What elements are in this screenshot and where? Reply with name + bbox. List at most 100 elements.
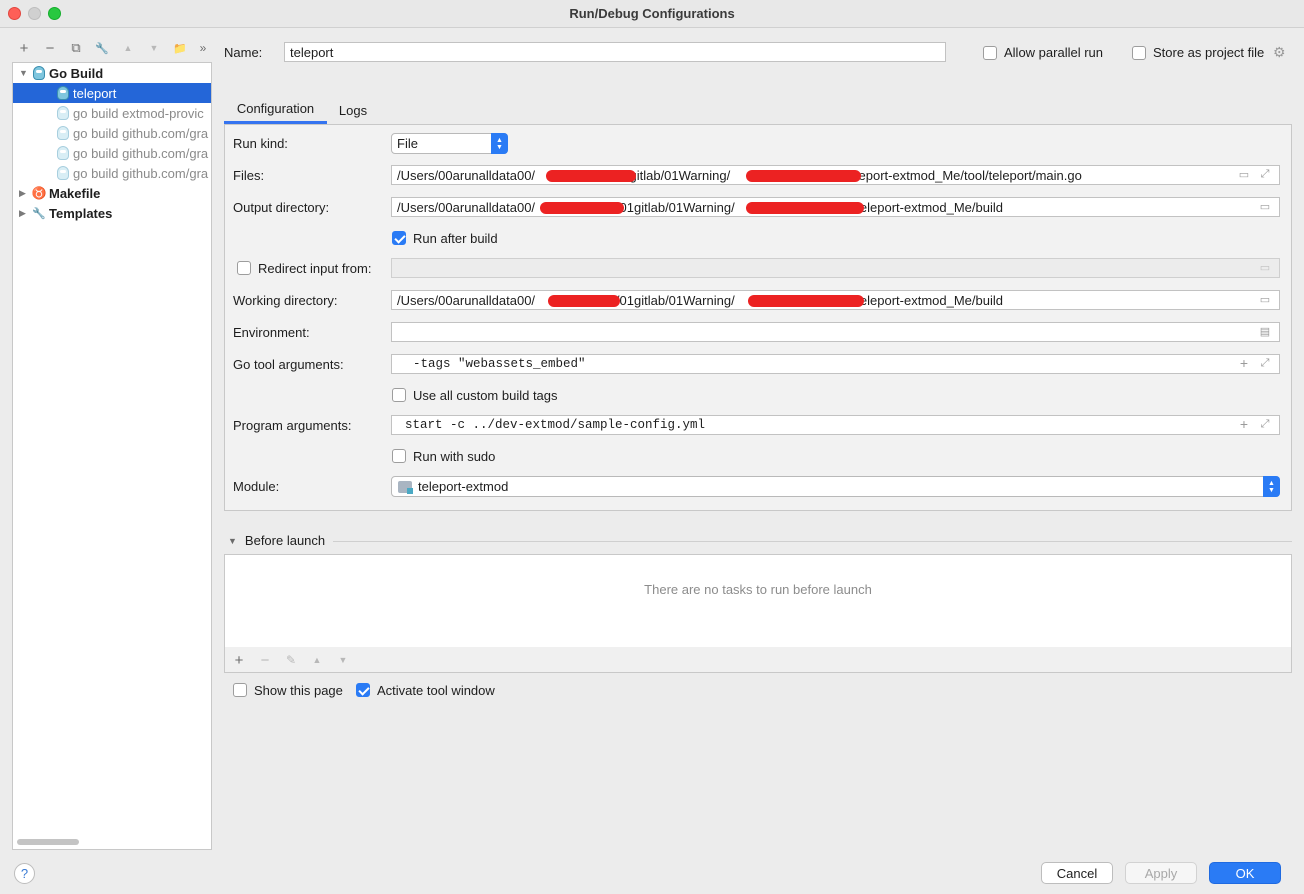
edit-task-icon[interactable]: ✎ [281,650,301,670]
go-tool-arguments-input[interactable]: -tags "webassets_embed" [391,354,1280,374]
copy-config-icon[interactable]: ⧉ [66,38,86,58]
chevron-updown-icon: ▲ ▼ [1263,476,1280,497]
go-build-icon [31,65,47,81]
tree-item-label: go build github.com/gra [73,125,209,141]
add-config-icon[interactable]: + [14,38,34,58]
tab-logs[interactable]: Logs [327,96,379,124]
before-launch-header[interactable]: ▼ Before launch [228,533,325,548]
move-up-icon[interactable]: ▲ [307,650,327,670]
move-down-icon[interactable]: ▼ [333,650,353,670]
makefile-icon: ♉ [31,186,47,200]
tree-item-label: go build github.com/gra [73,165,209,181]
go-tool-arguments-label: Go tool arguments: [233,357,344,372]
tree-item-go-build[interactable]: go build github.com/gra [13,143,211,163]
run-with-sudo-checkbox[interactable] [392,449,406,463]
path-segment: l/01gitlab/01Warning/ [613,292,735,308]
redaction-mark [548,295,620,307]
folder-icon[interactable]: ▭ [1237,167,1251,181]
run-kind-select[interactable]: File ▲ ▼ [391,133,508,154]
window-title: Run/Debug Configurations [569,6,735,21]
expand-icon[interactable]: ⤢ [1258,167,1272,181]
run-after-build-checkbox[interactable] [392,231,406,245]
redaction-mark [546,170,636,182]
path-segment: /Users/00arunalldata00/ [397,199,536,215]
tree-group-go-build[interactable]: ▼ Go Build [13,63,211,83]
go-config-icon [55,85,71,101]
collapse-arrow-icon[interactable]: ▼ [228,536,237,546]
tree-group-templates[interactable]: ▶ 🔧 Templates [13,203,211,223]
wrench-icon[interactable]: 🔧 [92,38,112,58]
tree-item-go-build[interactable]: go build extmod-provic [13,103,211,123]
expand-icon[interactable]: ⤢ [1258,417,1272,431]
redirect-input-label: Redirect input from: [258,261,372,276]
tree-item-go-build[interactable]: go build github.com/gra [13,123,211,143]
go-config-icon [55,165,71,181]
new-folder-icon[interactable]: 📁 [170,38,190,58]
working-directory-label: Working directory: [233,293,338,308]
program-arguments-input[interactable]: start -c ../dev-extmod/sample-config.yml [391,415,1280,435]
path-segment: /Users/00arunalldata00/ [397,167,536,183]
path-segment: /teleport-extmod_Me/build [852,199,1003,215]
allow-parallel-checkbox[interactable] [983,46,997,60]
before-launch-title: Before launch [244,533,326,548]
expand-icon[interactable]: ⤢ [1258,356,1272,370]
tree-item-label: Templates [49,205,113,221]
move-up-icon[interactable]: ▲ [118,38,138,58]
module-select[interactable]: teleport-extmod ▲ ▼ [391,476,1280,497]
tree-item-label: Go Build [49,65,104,81]
activate-tool-window-checkbox[interactable] [356,683,370,697]
use-custom-tags-checkbox[interactable] [392,388,406,402]
horizontal-scrollbar[interactable] [17,839,79,845]
allow-parallel-label: Allow parallel run [1004,45,1103,60]
document-icon[interactable]: ▤ [1258,324,1272,338]
go-config-icon [55,105,71,121]
add-icon[interactable]: + [1237,416,1251,432]
redirect-input-field [391,258,1280,278]
run-with-sudo-label: Run with sudo [413,449,496,464]
tree-item-teleport[interactable]: teleport [13,83,211,103]
move-down-icon[interactable]: ▼ [144,38,164,58]
output-directory-label: Output directory: [233,200,330,215]
title-bar: Run/Debug Configurations [0,0,1304,28]
config-toolbar: + − ⧉ 🔧 ▲ ▼ 📁 » [12,38,212,60]
store-project-checkbox[interactable] [1132,46,1146,60]
name-label: Name: [224,45,263,60]
show-page-checkbox[interactable] [233,683,247,697]
add-task-icon[interactable]: + [229,650,249,670]
store-project-label: Store as project file [1153,45,1265,60]
folder-icon: ▭ [1259,261,1271,274]
run-kind-value: File [397,136,418,151]
path-segment: l/01gitlab/01Warning/ [613,199,735,215]
redaction-mark [746,170,861,182]
folder-icon[interactable]: ▭ [1258,292,1272,306]
expand-arrow-icon[interactable]: ▶ [19,208,31,219]
expand-arrow-icon[interactable]: ▶ [19,188,31,199]
remove-config-icon[interactable]: − [40,38,60,58]
apply-button[interactable]: Apply [1125,862,1197,884]
name-input[interactable]: teleport [284,42,946,62]
tree-item-go-build[interactable]: go build github.com/gra [13,163,211,183]
more-icon[interactable]: » [196,38,210,58]
module-label: Module: [233,479,280,494]
chevron-updown-icon: ▲ ▼ [491,133,508,154]
tree-group-makefile[interactable]: ▶ ♉ Makefile [13,183,211,203]
wrench-icon: 🔧 [32,207,46,220]
environment-input[interactable] [391,322,1280,342]
expand-arrow-icon[interactable]: ▼ [19,68,31,78]
before-launch-task-list[interactable]: There are no tasks to run before launch [224,554,1292,648]
program-arguments-label: Program arguments: [233,418,352,433]
tree-item-label: go build github.com/gra [73,145,209,161]
folder-icon[interactable]: ▭ [1258,199,1272,213]
redirect-input-checkbox[interactable] [237,261,251,275]
help-button[interactable]: ? [14,863,35,884]
ok-button[interactable]: OK [1209,862,1281,884]
cancel-button[interactable]: Cancel [1041,862,1113,884]
add-icon[interactable]: + [1237,355,1251,371]
activate-tool-window-label: Activate tool window [377,683,495,698]
gear-icon[interactable]: ⚙ [1273,44,1286,61]
remove-task-icon[interactable]: − [255,650,275,670]
redaction-mark [540,202,624,214]
path-segment: /teleport-extmod_Me/build [852,292,1003,308]
config-tree[interactable]: ▼ Go Build teleport go build extmod-prov… [12,62,212,850]
tab-configuration[interactable]: Configuration [224,96,327,124]
